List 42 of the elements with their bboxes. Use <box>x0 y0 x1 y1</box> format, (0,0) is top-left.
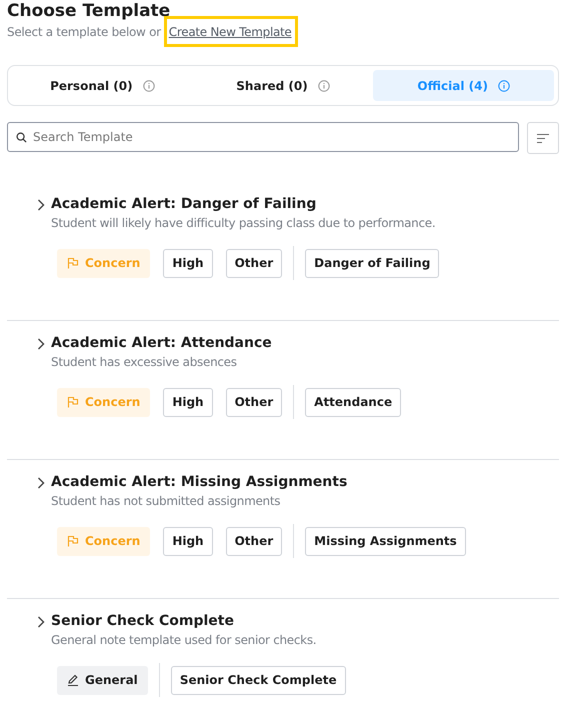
chevron-icon[interactable] <box>37 477 45 489</box>
flag-icon <box>67 535 79 547</box>
topic-tag: Attendance <box>305 388 402 416</box>
tag: High <box>163 526 213 556</box>
info-icon <box>142 80 155 92</box>
tag: Other <box>226 388 282 416</box>
page-title: Choose Template <box>7 0 172 22</box>
tag: Other <box>226 526 282 556</box>
info-icon <box>498 80 510 92</box>
topic-tag: Senior Check Complete <box>170 666 346 694</box>
tag: High <box>163 388 213 416</box>
tag: Other <box>226 248 282 278</box>
flag-icon <box>67 396 79 408</box>
category-tag: General <box>57 666 148 694</box>
category-tag: Concern <box>57 388 150 416</box>
template-description: Student has excessive absences <box>51 355 238 369</box>
template-title[interactable]: Academic Alert: Attendance <box>51 333 272 353</box>
topic-tag: Missing Assignments <box>305 526 466 556</box>
tab[interactable]: Personal (0) <box>12 70 193 101</box>
template-title[interactable]: Academic Alert: Missing Assignments <box>51 472 348 492</box>
flag-icon <box>67 257 79 269</box>
info-icon <box>318 80 330 92</box>
subtitle: Select a template below or <box>7 25 161 39</box>
template-description: General note template used for senior checks. <box>51 633 316 647</box>
search-icon <box>16 132 27 143</box>
sort-icon <box>537 134 549 142</box>
template-description: Student will likely have difficulty passing class due to performance. <box>51 216 436 230</box>
chevron-icon[interactable] <box>37 616 45 628</box>
chevron-icon[interactable] <box>37 338 45 350</box>
search-field[interactable]: Search Template <box>7 122 519 152</box>
template-description: Student has not submitted assignments <box>51 494 282 508</box>
sort-button[interactable] <box>527 122 559 154</box>
chevron-icon[interactable] <box>37 199 45 211</box>
tab[interactable]: Shared (0) <box>192 70 374 101</box>
pencil-icon <box>67 674 79 686</box>
tag: High <box>163 248 213 278</box>
category-tag: Concern <box>57 526 150 556</box>
topic-tag: Danger of Failing <box>305 248 440 278</box>
category-tag: Concern <box>57 248 150 278</box>
create-template-link[interactable]: Create New Template <box>168 25 292 39</box>
template-title[interactable]: Senior Check Complete <box>51 611 316 631</box>
template-title[interactable]: Academic Alert: Danger of Failing <box>51 194 436 214</box>
